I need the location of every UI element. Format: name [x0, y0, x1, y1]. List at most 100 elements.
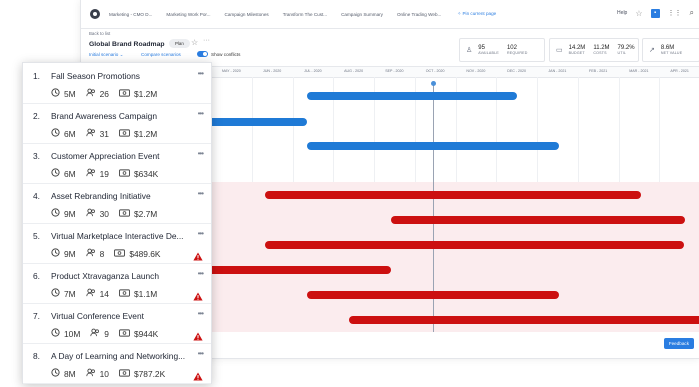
page-title: Global Brand Roadmap [89, 41, 165, 48]
more-options-icon[interactable]: ··· [203, 37, 210, 44]
nav-tab[interactable]: Marketing - CMO D... [109, 12, 152, 17]
program-number: 3. [33, 151, 40, 161]
search-icon[interactable]: ⌕ [690, 8, 694, 18]
program-bar-1[interactable] [307, 92, 517, 100]
program-title: 3. Customer Appreciation Event [33, 151, 193, 161]
program-name: Asset Rebranding Initiative [51, 191, 151, 201]
row-more-icon[interactable]: ••• [198, 229, 204, 238]
today-marker [431, 81, 436, 86]
trend-icon: ↗ [649, 47, 655, 54]
program-name: A Day of Learning and Networking... [51, 351, 186, 361]
program-bar-9[interactable] [349, 316, 699, 324]
program-duration: 8M [64, 368, 76, 379]
program-row[interactable]: 6. Product Xtravaganza Launch ••• 7M 14 $1.1M [23, 263, 211, 304]
money-icon [119, 128, 134, 139]
people-icon [90, 328, 104, 339]
program-meta: 6M 19 $634K [51, 168, 168, 179]
program-bar-3[interactable] [307, 142, 559, 150]
program-people: 9 [104, 328, 109, 339]
kpi-label: AVAILABLE [478, 51, 499, 55]
breadcrumb[interactable]: Back to list [89, 31, 110, 36]
notifications-icon[interactable]: ▪ [650, 8, 660, 18]
clock-icon [51, 168, 64, 179]
scenario-dropdown[interactable]: Initial scenario ⌄ [89, 52, 124, 58]
compare-scenarios-link[interactable]: Compare scenarios [141, 52, 181, 57]
program-row[interactable]: 7. Virtual Conference Event ••• 10M 9 $944K [23, 303, 211, 344]
warning-icon[interactable] [193, 368, 203, 386]
month-label: JUL - 2020 [304, 69, 322, 73]
money-icon: ▭ [556, 47, 563, 54]
program-budget: $1.2M [133, 88, 158, 99]
program-bar-7[interactable] [211, 266, 391, 274]
row-more-icon[interactable]: ••• [198, 109, 204, 118]
program-budget: $634K [133, 168, 159, 179]
favorite-star-icon[interactable]: ☆ [635, 9, 642, 18]
money-icon [119, 168, 134, 179]
program-bar-2[interactable] [211, 118, 307, 126]
program-name: Product Xtravaganza Launch [51, 271, 160, 281]
program-bar-8[interactable] [307, 291, 559, 299]
program-people: 19 [99, 168, 109, 179]
program-row[interactable]: 3. Customer Appreciation Event ••• 6M 19 $634… [23, 143, 211, 184]
row-more-icon[interactable]: ••• [198, 189, 204, 198]
person-icon: ♙ [466, 47, 473, 54]
row-more-icon[interactable]: ••• [198, 309, 204, 318]
apps-grid-icon[interactable]: ⋮⋮ [668, 9, 682, 17]
money-icon [119, 88, 134, 99]
app-logo-icon [90, 9, 100, 19]
show-conflicts-toggle[interactable] [197, 51, 208, 57]
program-budget: $944K [133, 328, 159, 339]
program-duration: 5M [64, 88, 76, 99]
kpi-label: BUDGET [568, 51, 585, 55]
help-link[interactable]: Help [617, 10, 627, 16]
program-bar-6[interactable] [265, 241, 684, 249]
money-icon [119, 328, 134, 339]
nav-tab[interactable]: Campaign Summary [341, 12, 383, 17]
program-meta: 9M 30 $2.7M [51, 208, 167, 219]
plan-badge: Plan [169, 39, 190, 48]
star-icon[interactable]: ☆ [191, 38, 198, 47]
program-people: 31 [99, 128, 109, 139]
program-row[interactable]: 2. Brand Awareness Campaign ••• 6M 31 $1.2M [23, 103, 211, 144]
people-icon [85, 168, 100, 179]
nav-tab[interactable]: Online Trading Web... [397, 12, 441, 17]
month-label: FEB - 2021 [589, 69, 608, 73]
clock-icon [51, 128, 64, 139]
nav-tab[interactable]: Campaign Milestones [225, 12, 269, 17]
program-row[interactable]: 5. Virtual Marketplace Interactive De... •… [23, 223, 211, 264]
clock-icon [51, 288, 64, 299]
program-duration: 10M [64, 328, 81, 339]
program-duration: 6M [64, 128, 76, 139]
month-label: MAR - 2021 [629, 69, 649, 73]
pin-page-label: Pin current page [462, 11, 497, 16]
month-label: JAN - 2021 [548, 69, 567, 73]
row-more-icon[interactable]: ••• [198, 349, 204, 358]
program-name: Virtual Conference Event [51, 311, 144, 321]
clock-icon [51, 208, 64, 219]
program-meta: 5M 26 $1.2M [51, 88, 167, 99]
program-title: 7. Virtual Conference Event [33, 311, 193, 321]
program-meta: 7M 14 $1.1M [51, 288, 167, 299]
pin-page-link[interactable]: ✧ Pin current page [457, 11, 496, 17]
nav-tab[interactable]: Marketing Work Por... [166, 12, 210, 17]
program-row[interactable]: 1. Fall Season Promotions ••• 5M 26 $1.2M [23, 63, 211, 104]
nav-tab[interactable]: Transform The Cust... [283, 12, 327, 17]
row-more-icon[interactable]: ••• [198, 269, 204, 278]
program-duration: 9M [64, 208, 76, 219]
program-meta: 6M 31 $1.2M [51, 128, 167, 139]
clock-icon [51, 368, 64, 379]
money-icon [119, 208, 134, 219]
row-more-icon[interactable]: ••• [198, 149, 204, 158]
row-more-icon[interactable]: ••• [198, 69, 204, 78]
people-icon [85, 248, 100, 259]
people-icon [85, 368, 100, 379]
program-people: 8 [99, 248, 105, 259]
program-bar-5[interactable] [391, 216, 685, 224]
program-row[interactable]: 8. A Day of Learning and Networking... •••… [23, 343, 211, 384]
program-budget: $2.7M [133, 208, 158, 219]
program-bar-4[interactable] [265, 191, 641, 199]
top-nav: Marketing - CMO D... Marketing Work Por.… [81, 0, 699, 29]
program-list-panel: 1. Fall Season Promotions ••• 5M 26 $1.2M 2. Br… [22, 62, 212, 384]
feedback-button[interactable]: Feedback [663, 338, 694, 349]
program-row[interactable]: 4. Asset Rebranding Initiative ••• 9M 30 $2.7… [23, 183, 211, 224]
